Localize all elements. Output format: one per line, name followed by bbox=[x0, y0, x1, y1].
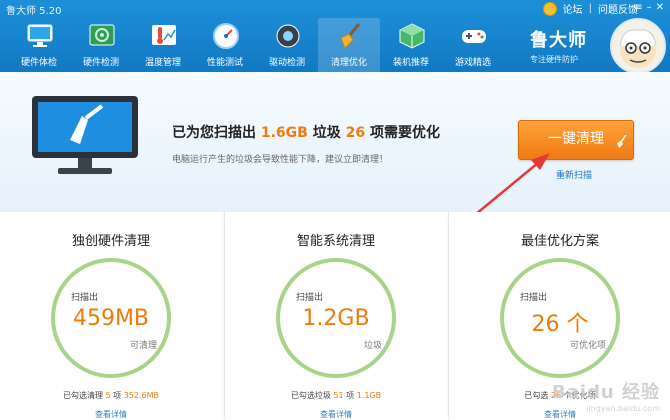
thermometer-icon bbox=[152, 25, 176, 45]
brand-name: 鲁大师 bbox=[530, 30, 587, 51]
headline-suffix: 项需要优化 bbox=[365, 125, 440, 141]
brand-tagline: 专注硬件防护 bbox=[530, 55, 578, 64]
broom-icon bbox=[617, 135, 627, 148]
menu-icon[interactable]: ≡ bbox=[634, 2, 642, 13]
watermark: Baidu 经验 jingyan.baidu.com bbox=[552, 378, 660, 413]
clean-button-label: 一键清理 bbox=[548, 131, 604, 147]
mascot-face-icon bbox=[619, 29, 657, 68]
cleanup-summary-panel: 已为您扫描出 1.6GB 垃圾 26 项需要优化 电脑运行产生的垃圾会导致性能下… bbox=[0, 72, 670, 213]
speedometer-icon bbox=[213, 23, 239, 49]
window-controls: ≡ – ✕ bbox=[634, 2, 664, 13]
summary-size: 1.1GB bbox=[356, 391, 382, 400]
feedback-link[interactable]: 问题反馈 bbox=[598, 1, 638, 16]
rescan-link[interactable]: 重新扫描 bbox=[556, 168, 592, 181]
card-hardware-cleanup: 独创硬件清理 扫描出 459MB 可清理 已勾选清理 5 项 352.6MB 查… bbox=[0, 212, 222, 419]
nav-label: 清理优化 bbox=[330, 58, 367, 68]
gear-chip-icon bbox=[276, 24, 300, 48]
nav-label: 温度管理 bbox=[144, 58, 181, 68]
view-details-link[interactable]: 查看详情 bbox=[225, 409, 447, 420]
circuit-board-icon bbox=[89, 24, 115, 46]
title-bar: 鲁大师 5.20 论坛 | 问题反馈 ≡ – ✕ 硬件体检 硬件检测 温度管理 … bbox=[0, 0, 670, 74]
scanned-value: 26 个 bbox=[531, 312, 589, 337]
nav-item-performance[interactable]: 性能测试 bbox=[194, 18, 256, 72]
scanned-unit: 可清理 bbox=[129, 341, 157, 351]
nav-label: 性能测试 bbox=[206, 58, 243, 68]
nav-item-driver[interactable]: 驱动检测 bbox=[256, 18, 318, 72]
nav-item-install-recommend[interactable]: 装机推荐 bbox=[380, 18, 442, 72]
summary-mid: 项 bbox=[110, 391, 124, 400]
app-title: 鲁大师 5.20 bbox=[6, 6, 62, 17]
scanned-label: 扫描出 bbox=[296, 293, 324, 303]
cube-icon bbox=[399, 23, 425, 49]
scanned-unit: 可优化项 bbox=[569, 341, 606, 351]
scanned-value: 1.2GB bbox=[302, 306, 370, 331]
nav-item-temperature[interactable]: 温度管理 bbox=[132, 18, 194, 72]
top-links: 论坛 | 问题反馈 bbox=[542, 1, 638, 16]
nav-item-hardware-detect[interactable]: 硬件检测 bbox=[70, 18, 132, 72]
card-system-cleanup: 智能系统清理 扫描出 1.2GB 垃圾 已勾选垃圾 51 项 1.1GB 查看详… bbox=[224, 212, 447, 419]
one-click-clean-button[interactable]: 一键清理 bbox=[518, 120, 634, 160]
card-title: 独创硬件清理 bbox=[71, 234, 150, 249]
summary-prefix: 已勾选清理 bbox=[62, 391, 106, 400]
card-title: 最佳优化方案 bbox=[520, 234, 599, 249]
scanned-unit: 垃圾 bbox=[363, 341, 382, 351]
nav-label: 装机推荐 bbox=[392, 58, 429, 68]
minimize-icon[interactable]: – bbox=[647, 2, 652, 13]
monitor-broom-icon bbox=[32, 96, 138, 174]
nav-item-games[interactable]: 游戏精选 bbox=[442, 18, 504, 72]
separator: | bbox=[588, 3, 592, 14]
scanned-value: 459MB bbox=[72, 306, 150, 331]
nav-label: 硬件体检 bbox=[20, 58, 57, 68]
card-summary: 已勾选清理 5 项 352.6MB bbox=[0, 390, 222, 401]
summary-prefix: 已勾选垃圾 bbox=[290, 391, 334, 400]
nav-item-hardware-check[interactable]: 硬件体检 bbox=[8, 18, 70, 72]
summary-mid: 项 bbox=[343, 391, 357, 400]
main-nav: 硬件体检 硬件检测 温度管理 性能测试 驱动检测 清理优化 装机推荐 游戏精选 bbox=[8, 18, 504, 72]
scan-result-subline: 电脑运行产生的垃圾会导致性能下降，建议立即清理！ bbox=[172, 155, 389, 165]
coin-icon[interactable] bbox=[542, 1, 557, 16]
headline-mid: 垃圾 bbox=[307, 125, 346, 141]
broom-icon bbox=[340, 23, 361, 49]
scanned-label: 扫描出 bbox=[71, 293, 99, 303]
card-title: 智能系统清理 bbox=[296, 234, 375, 249]
nav-label: 硬件检测 bbox=[82, 58, 119, 68]
watermark-sub: jingyan.baidu.com bbox=[586, 404, 660, 413]
result-ring: 扫描出 26 个 可优化项 bbox=[498, 256, 622, 380]
brand: 鲁大师 专注硬件防护 bbox=[530, 26, 587, 65]
summary-count: 51 bbox=[333, 391, 344, 400]
nav-item-cleanup[interactable]: 清理优化 bbox=[318, 18, 380, 72]
result-ring: 扫描出 459MB 可清理 bbox=[49, 256, 173, 380]
view-details-link[interactable]: 查看详情 bbox=[0, 409, 222, 420]
card-summary: 已勾选垃圾 51 项 1.1GB bbox=[225, 390, 447, 401]
nav-label: 驱动检测 bbox=[268, 58, 305, 68]
watermark-text: Baidu 经验 bbox=[551, 382, 660, 403]
result-ring: 扫描出 1.2GB 垃圾 bbox=[274, 256, 398, 380]
gamepad-icon bbox=[462, 30, 486, 43]
scan-result-headline: 已为您扫描出 1.6GB 垃圾 26 项需要优化 bbox=[172, 122, 440, 142]
headline-prefix: 已为您扫描出 bbox=[172, 125, 261, 141]
summary-prefix: 已勾选 bbox=[524, 391, 551, 400]
headline-size: 1.6GB bbox=[260, 125, 308, 141]
avatar[interactable] bbox=[610, 18, 666, 74]
scanned-label: 扫描出 bbox=[520, 293, 548, 303]
headline-count: 26 bbox=[345, 125, 366, 141]
summary-size: 352.6MB bbox=[123, 391, 160, 400]
nav-label: 游戏精选 bbox=[454, 58, 491, 68]
close-icon[interactable]: ✕ bbox=[656, 2, 664, 13]
forum-link[interactable]: 论坛 bbox=[563, 1, 583, 16]
monitor-icon bbox=[27, 24, 53, 47]
